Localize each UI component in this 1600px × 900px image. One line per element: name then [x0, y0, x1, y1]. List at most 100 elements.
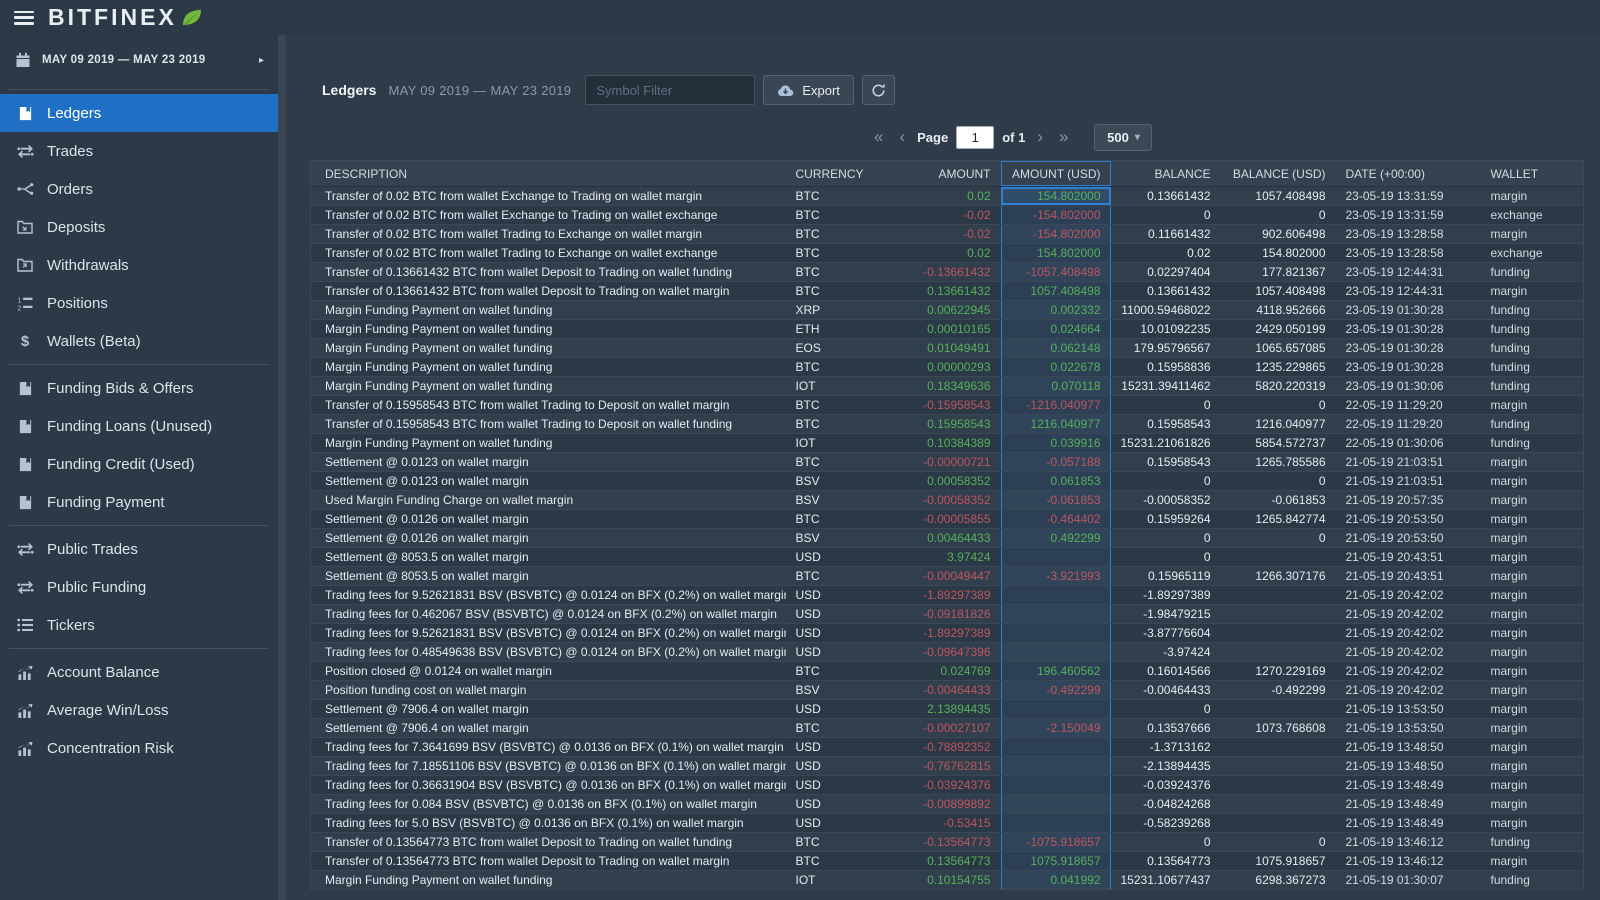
cell-amount-usd[interactable]: [1001, 738, 1111, 757]
cell-wallet[interactable]: margin: [1481, 225, 1584, 244]
cell-date[interactable]: 21-05-19 13:46:12: [1336, 833, 1481, 852]
cell-amount-usd[interactable]: -0.492299: [1001, 681, 1111, 700]
cell-wallet[interactable]: margin: [1481, 814, 1584, 833]
cell-description[interactable]: Trading fees for 0.462067 BSV (BSVBTC) @…: [311, 605, 786, 624]
cell-balance-usd[interactable]: 0: [1221, 206, 1336, 225]
export-button[interactable]: Export: [763, 75, 854, 105]
cell-balance-usd[interactable]: 1235.229865: [1221, 358, 1336, 377]
cell-balance-usd[interactable]: 0: [1221, 396, 1336, 415]
cell-description[interactable]: Settlement @ 7906.4 on wallet margin: [311, 719, 786, 738]
cell-balance[interactable]: 0: [1111, 700, 1221, 719]
cell-currency[interactable]: BTC: [786, 282, 881, 301]
cell-balance[interactable]: 0: [1111, 833, 1221, 852]
cell-date[interactable]: 21-05-19 13:53:50: [1336, 700, 1481, 719]
last-page-button[interactable]: »: [1051, 124, 1076, 150]
cell-date[interactable]: 21-05-19 20:53:50: [1336, 510, 1481, 529]
cell-description[interactable]: Transfer of 0.13661432 BTC from wallet D…: [311, 282, 786, 301]
cell-wallet[interactable]: margin: [1481, 852, 1584, 871]
cell-amount[interactable]: -0.78892352: [881, 738, 1001, 757]
cell-balance-usd[interactable]: 177.821367: [1221, 263, 1336, 282]
cell-date[interactable]: 23-05-19 01:30:06: [1336, 377, 1481, 396]
cell-amount-usd[interactable]: [1001, 814, 1111, 833]
cell-balance[interactable]: 0.15958836: [1111, 358, 1221, 377]
cell-balance-usd[interactable]: 4118.952666: [1221, 301, 1336, 320]
cell-date[interactable]: 22-05-19 11:29:20: [1336, 396, 1481, 415]
cell-description[interactable]: Settlement @ 0.0123 on wallet margin: [311, 472, 786, 491]
cell-amount[interactable]: -0.02: [881, 225, 1001, 244]
cell-balance[interactable]: 0.13661432: [1111, 282, 1221, 301]
cell-currency[interactable]: BTC: [786, 187, 881, 206]
cell-balance[interactable]: 0.15958543: [1111, 453, 1221, 472]
cell-balance-usd[interactable]: 1075.918657: [1221, 852, 1336, 871]
cell-amount-usd[interactable]: -154.802000: [1001, 225, 1111, 244]
cell-amount[interactable]: 0.00058352: [881, 472, 1001, 491]
cell-currency[interactable]: BTC: [786, 852, 881, 871]
cell-balance-usd[interactable]: 0: [1221, 529, 1336, 548]
cell-amount-usd[interactable]: 0.024664: [1001, 320, 1111, 339]
cell-wallet[interactable]: margin: [1481, 738, 1584, 757]
sidebar-item-public-trades[interactable]: Public Trades: [0, 530, 278, 568]
cell-balance-usd[interactable]: 1057.408498: [1221, 282, 1336, 301]
cell-balance-usd[interactable]: 1265.842774: [1221, 510, 1336, 529]
cell-balance-usd[interactable]: -0.492299: [1221, 681, 1336, 700]
cell-balance[interactable]: 0.11661432: [1111, 225, 1221, 244]
first-page-button[interactable]: «: [866, 124, 891, 150]
cell-amount[interactable]: 0.00464433: [881, 529, 1001, 548]
cell-date[interactable]: 21-05-19 13:48:50: [1336, 757, 1481, 776]
cell-description[interactable]: Trading fees for 0.084 BSV (BSVBTC) @ 0.…: [311, 795, 786, 814]
cell-currency[interactable]: BTC: [786, 244, 881, 263]
cell-currency[interactable]: BTC: [786, 510, 881, 529]
cell-currency[interactable]: BTC: [786, 415, 881, 434]
cell-amount-usd[interactable]: 0.002332: [1001, 301, 1111, 320]
cell-balance-usd[interactable]: 5854.572737: [1221, 434, 1336, 453]
cell-date[interactable]: 23-05-19 01:30:28: [1336, 339, 1481, 358]
bitfinex-logo[interactable]: BITFINEX: [48, 4, 203, 31]
cell-date[interactable]: 21-05-19 20:53:50: [1336, 529, 1481, 548]
cell-balance-usd[interactable]: 6298.367273: [1221, 871, 1336, 890]
cell-wallet[interactable]: margin: [1481, 662, 1584, 681]
cell-balance-usd[interactable]: 5820.220319: [1221, 377, 1336, 396]
page-number-input[interactable]: [956, 126, 994, 149]
cell-currency[interactable]: BSV: [786, 472, 881, 491]
cell-wallet[interactable]: funding: [1481, 377, 1584, 396]
cell-currency[interactable]: USD: [786, 795, 881, 814]
cell-date[interactable]: 22-05-19 01:30:06: [1336, 434, 1481, 453]
cell-amount-usd[interactable]: 0.022678: [1001, 358, 1111, 377]
cell-balance[interactable]: 15231.10677437: [1111, 871, 1221, 890]
cell-wallet[interactable]: margin: [1481, 681, 1584, 700]
cell-currency[interactable]: USD: [786, 776, 881, 795]
cell-description[interactable]: Trading fees for 7.3641699 BSV (BSVBTC) …: [311, 738, 786, 757]
cell-date[interactable]: 21-05-19 13:48:49: [1336, 795, 1481, 814]
cell-wallet[interactable]: funding: [1481, 833, 1584, 852]
cell-amount[interactable]: -0.09181826: [881, 605, 1001, 624]
sidebar-item-positions[interactable]: 12Positions: [0, 284, 278, 322]
cell-amount-usd[interactable]: -0.061853: [1001, 491, 1111, 510]
cell-amount-usd[interactable]: -1075.918657: [1001, 833, 1111, 852]
cell-description[interactable]: Transfer of 0.02 BTC from wallet Exchang…: [311, 206, 786, 225]
cell-currency[interactable]: BSV: [786, 491, 881, 510]
cell-amount-usd[interactable]: [1001, 700, 1111, 719]
column-header-date[interactable]: DATE (+00:00): [1336, 161, 1481, 187]
cell-amount[interactable]: 0.13661432: [881, 282, 1001, 301]
cell-currency[interactable]: EOS: [786, 339, 881, 358]
cell-date[interactable]: 23-05-19 13:28:58: [1336, 225, 1481, 244]
cell-wallet[interactable]: margin: [1481, 510, 1584, 529]
cell-date[interactable]: 23-05-19 13:31:59: [1336, 206, 1481, 225]
cell-currency[interactable]: BTC: [786, 567, 881, 586]
cell-balance-usd[interactable]: -0.061853: [1221, 491, 1336, 510]
cell-balance-usd[interactable]: 1270.229169: [1221, 662, 1336, 681]
cell-balance[interactable]: 0.13564773: [1111, 852, 1221, 871]
cell-amount-usd[interactable]: -154.802000: [1001, 206, 1111, 225]
cell-amount-usd[interactable]: 0.061853: [1001, 472, 1111, 491]
cell-wallet[interactable]: margin: [1481, 529, 1584, 548]
cell-date[interactable]: 21-05-19 13:48:49: [1336, 776, 1481, 795]
cell-amount-usd[interactable]: 0.041992: [1001, 871, 1111, 890]
cell-description[interactable]: Settlement @ 0.0126 on wallet margin: [311, 529, 786, 548]
cell-description[interactable]: Margin Funding Payment on wallet funding: [311, 871, 786, 890]
cell-currency[interactable]: BTC: [786, 453, 881, 472]
next-page-button[interactable]: ›: [1029, 124, 1051, 150]
cell-balance-usd[interactable]: 1265.785586: [1221, 453, 1336, 472]
cell-amount-usd[interactable]: 196.460562: [1001, 662, 1111, 681]
cell-date[interactable]: 21-05-19 20:57:35: [1336, 491, 1481, 510]
cell-amount[interactable]: -0.13661432: [881, 263, 1001, 282]
